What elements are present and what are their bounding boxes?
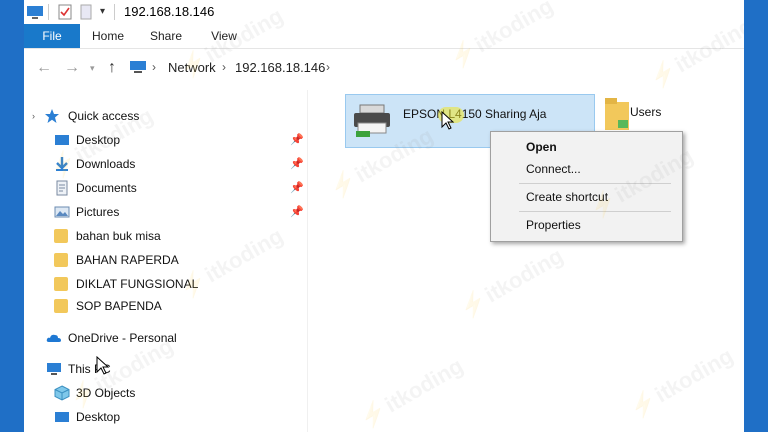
window-title: 192.168.18.146 <box>124 4 215 19</box>
menu-item-connect[interactable]: Connect... <box>526 162 581 176</box>
tab-view[interactable]: View <box>202 24 246 48</box>
sidebar-item-bahan-raperda[interactable]: BAHAN RAPERDA <box>54 249 284 271</box>
sidebar-item-label: Desktop <box>76 410 121 424</box>
sidebar-item-sop-bapenda[interactable]: SOP BAPENDA <box>54 295 284 317</box>
sidebar-item-pc-desktop[interactable]: Desktop <box>54 406 284 428</box>
printer-name: EPSON L4150 Sharing Aja <box>403 107 547 121</box>
tab-home[interactable]: Home <box>86 24 130 48</box>
up-arrow-icon[interactable]: ↑ <box>108 59 116 77</box>
star-icon <box>45 109 59 123</box>
documents-icon <box>56 180 68 196</box>
sidebar-item-label: SOP BAPENDA <box>76 299 162 313</box>
sidebar-item-label: DIKLAT FUNGSIONAL <box>76 277 199 291</box>
tab-file[interactable]: File <box>24 24 80 48</box>
breadcrumb-separator[interactable]: › <box>326 60 330 74</box>
computer-icon[interactable] <box>26 4 44 20</box>
sidebar-item-bahan-buk-misa[interactable]: bahan buk misa <box>54 225 284 247</box>
pin-icon[interactable]: 📌 <box>290 205 304 218</box>
tab-share[interactable]: Share <box>144 24 188 48</box>
sidebar-item-documents[interactable]: Documents <box>54 177 284 199</box>
explorer-window: ▾ 192.168.18.146 File Home Share View ← … <box>24 0 744 432</box>
pin-icon[interactable]: 📌 <box>290 181 304 194</box>
folder-icon <box>54 253 68 267</box>
sidebar-item-label: Quick access <box>68 109 140 123</box>
desktop-icon <box>55 412 69 422</box>
properties-icon[interactable] <box>58 4 72 20</box>
pin-icon[interactable]: 📌 <box>290 157 304 170</box>
cube-icon <box>54 385 70 401</box>
menu-separator <box>519 183 671 184</box>
menu-item-open[interactable]: Open <box>526 140 557 154</box>
network-icon <box>130 61 146 73</box>
sidebar-item-label: Documents <box>76 181 137 195</box>
separator <box>114 4 115 20</box>
title-bar: ▾ 192.168.18.146 <box>24 0 744 24</box>
folder-icon <box>54 277 68 291</box>
folder-icon <box>54 299 68 313</box>
sidebar-item-3d-objects[interactable]: 3D Objects <box>54 382 284 404</box>
sidebar-item-label: OneDrive - Personal <box>68 331 177 345</box>
customize-toolbar-icon[interactable]: ▾ <box>100 4 105 20</box>
sidebar-item-quick-access[interactable]: › Quick access <box>32 105 282 127</box>
back-arrow-icon[interactable]: ← <box>36 59 52 77</box>
pin-icon[interactable]: 📌 <box>290 133 304 146</box>
separator <box>48 4 49 20</box>
sidebar-item-label: Pictures <box>76 205 120 219</box>
download-icon <box>56 157 68 171</box>
navigation-pane: › Quick access Desktop 📌 Downloads 📌 Doc… <box>24 90 306 432</box>
mouse-cursor-icon <box>96 356 110 375</box>
breadcrumb-network[interactable]: Network <box>168 60 216 75</box>
folder-name[interactable]: Users <box>630 105 661 119</box>
ribbon: File Home Share View <box>24 24 744 49</box>
sidebar-item-diklat-fungsional[interactable]: DIKLAT FUNGSIONAL <box>54 273 284 295</box>
sidebar-item-label: 3D Objects <box>76 386 136 400</box>
menu-item-properties[interactable]: Properties <box>526 218 581 232</box>
cloud-icon <box>46 334 61 342</box>
breadcrumb-separator[interactable]: › <box>222 60 226 74</box>
forward-arrow-icon[interactable]: → <box>64 59 80 77</box>
menu-item-create-shortcut[interactable]: Create shortcut <box>526 190 608 204</box>
pictures-icon <box>54 206 70 218</box>
sidebar-item-this-pc[interactable]: This PC <box>46 358 286 380</box>
menu-separator <box>519 211 671 212</box>
desktop-icon <box>55 135 69 145</box>
computer-icon <box>47 363 61 375</box>
sidebar-item-label: bahan buk misa <box>76 229 161 243</box>
new-folder-icon[interactable] <box>80 4 92 20</box>
sidebar-item-pictures[interactable]: Pictures <box>54 201 284 223</box>
breadcrumb-separator[interactable]: › <box>152 60 156 74</box>
sidebar-item-downloads[interactable]: Downloads <box>54 153 284 175</box>
context-menu: Open Connect... Create shortcut Properti… <box>490 131 683 242</box>
sidebar-item-desktop[interactable]: Desktop <box>54 129 284 151</box>
address-bar: ← → ▾ ↑ › Network › 192.168.18.146 › <box>24 49 744 87</box>
sidebar-item-label: BAHAN RAPERDA <box>76 253 179 267</box>
users-folder[interactable] <box>604 96 630 132</box>
sidebar-item-onedrive[interactable]: OneDrive - Personal <box>46 327 286 349</box>
shared-folder-icon <box>605 98 629 130</box>
folder-icon <box>54 229 68 243</box>
mouse-cursor-icon <box>441 111 455 130</box>
breadcrumb-host[interactable]: 192.168.18.146 <box>235 60 325 75</box>
sidebar-item-label: Downloads <box>76 157 136 171</box>
sidebar-item-label: Desktop <box>76 133 121 147</box>
recent-locations-icon[interactable]: ▾ <box>90 63 95 74</box>
network-printer-icon <box>354 104 390 137</box>
